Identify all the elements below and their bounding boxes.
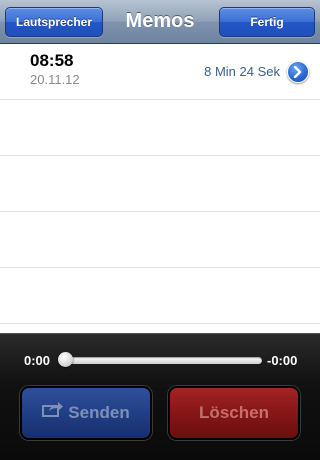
empty-row <box>0 212 320 268</box>
memo-list: 08:58 20.11.12 8 Min 24 Sek <box>0 44 320 333</box>
empty-row <box>0 100 320 156</box>
empty-row <box>0 268 320 324</box>
divider <box>0 333 320 334</box>
remaining-time: -0:00 <box>267 353 298 368</box>
chevron-right-icon[interactable] <box>287 61 309 83</box>
send-label: Senden <box>68 403 130 422</box>
memo-row[interactable]: 08:58 20.11.12 8 Min 24 Sek <box>0 44 320 100</box>
memo-duration: 8 Min 24 Sek <box>204 64 280 79</box>
playback-panel: 0:00 -0:00 Senden Löschen <box>0 333 320 460</box>
elapsed-time: 0:00 <box>24 353 51 368</box>
empty-row <box>0 156 320 212</box>
scrub-knob[interactable] <box>58 352 73 367</box>
send-button[interactable]: Senden <box>20 386 152 440</box>
speaker-button[interactable]: Lautsprecher <box>5 7 103 37</box>
memo-date: 20.11.12 <box>30 72 80 87</box>
share-arrow-icon <box>42 387 64 437</box>
delete-label: Löschen <box>199 403 269 422</box>
done-button[interactable]: Fertig <box>219 7 315 37</box>
memo-time: 08:58 <box>30 51 74 70</box>
scrub-bar[interactable] <box>62 357 262 364</box>
navigation-bar: Lautsprecher Memos Fertig <box>0 0 320 44</box>
delete-button[interactable]: Löschen <box>168 386 300 440</box>
